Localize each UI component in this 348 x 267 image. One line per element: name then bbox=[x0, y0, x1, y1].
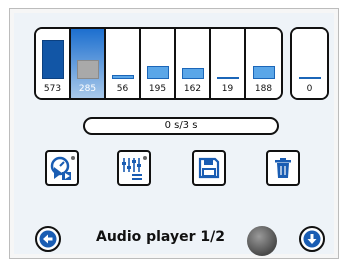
download-button[interactable] bbox=[299, 226, 325, 252]
save-button[interactable] bbox=[192, 150, 226, 186]
meter-value: 573 bbox=[43, 84, 62, 94]
meter-bar bbox=[298, 77, 321, 79]
delete-button[interactable] bbox=[266, 150, 300, 186]
trash-icon bbox=[275, 158, 291, 178]
meter-value: 195 bbox=[148, 84, 167, 94]
save-icon bbox=[198, 157, 220, 179]
meter-value: 162 bbox=[183, 84, 202, 94]
equalizer-icon bbox=[122, 156, 147, 180]
meter-value: 0 bbox=[306, 84, 313, 94]
meter-value: 188 bbox=[254, 84, 273, 94]
meter-bar bbox=[181, 68, 204, 79]
meter-cell[interactable]: 56 bbox=[106, 29, 141, 98]
play-button[interactable] bbox=[45, 150, 79, 186]
meter-bar bbox=[252, 66, 275, 79]
level-meters: 573 285 56 195 162 19 188 bbox=[34, 27, 283, 100]
meter-value: 19 bbox=[221, 84, 234, 94]
back-button[interactable] bbox=[35, 226, 61, 252]
meter-cell[interactable]: 285 bbox=[71, 29, 106, 98]
meter-value: 56 bbox=[116, 84, 129, 94]
status-indicator bbox=[247, 226, 277, 256]
meter-bar bbox=[146, 66, 169, 79]
meter-cell[interactable]: 0 bbox=[292, 29, 327, 98]
player-title: Audio player 1/2 bbox=[96, 229, 225, 245]
play-timer-icon bbox=[50, 156, 75, 180]
download-arrow-icon bbox=[303, 230, 321, 248]
meter-bar bbox=[216, 77, 239, 79]
meter-bar bbox=[111, 75, 134, 79]
mute-meter: 0 bbox=[290, 27, 329, 100]
time-progress[interactable]: 0 s/3 s bbox=[83, 117, 279, 135]
meter-bar bbox=[41, 40, 64, 79]
meter-cell[interactable]: 573 bbox=[36, 29, 71, 98]
meter-value: 285 bbox=[78, 84, 97, 94]
equalizer-button[interactable] bbox=[117, 150, 151, 186]
meter-cell[interactable]: 19 bbox=[211, 29, 246, 98]
meter-bar bbox=[76, 60, 99, 79]
meter-cell[interactable]: 188 bbox=[246, 29, 281, 98]
back-arrow-icon bbox=[39, 230, 57, 248]
meter-cell[interactable]: 195 bbox=[141, 29, 176, 98]
meter-cell[interactable]: 162 bbox=[176, 29, 211, 98]
